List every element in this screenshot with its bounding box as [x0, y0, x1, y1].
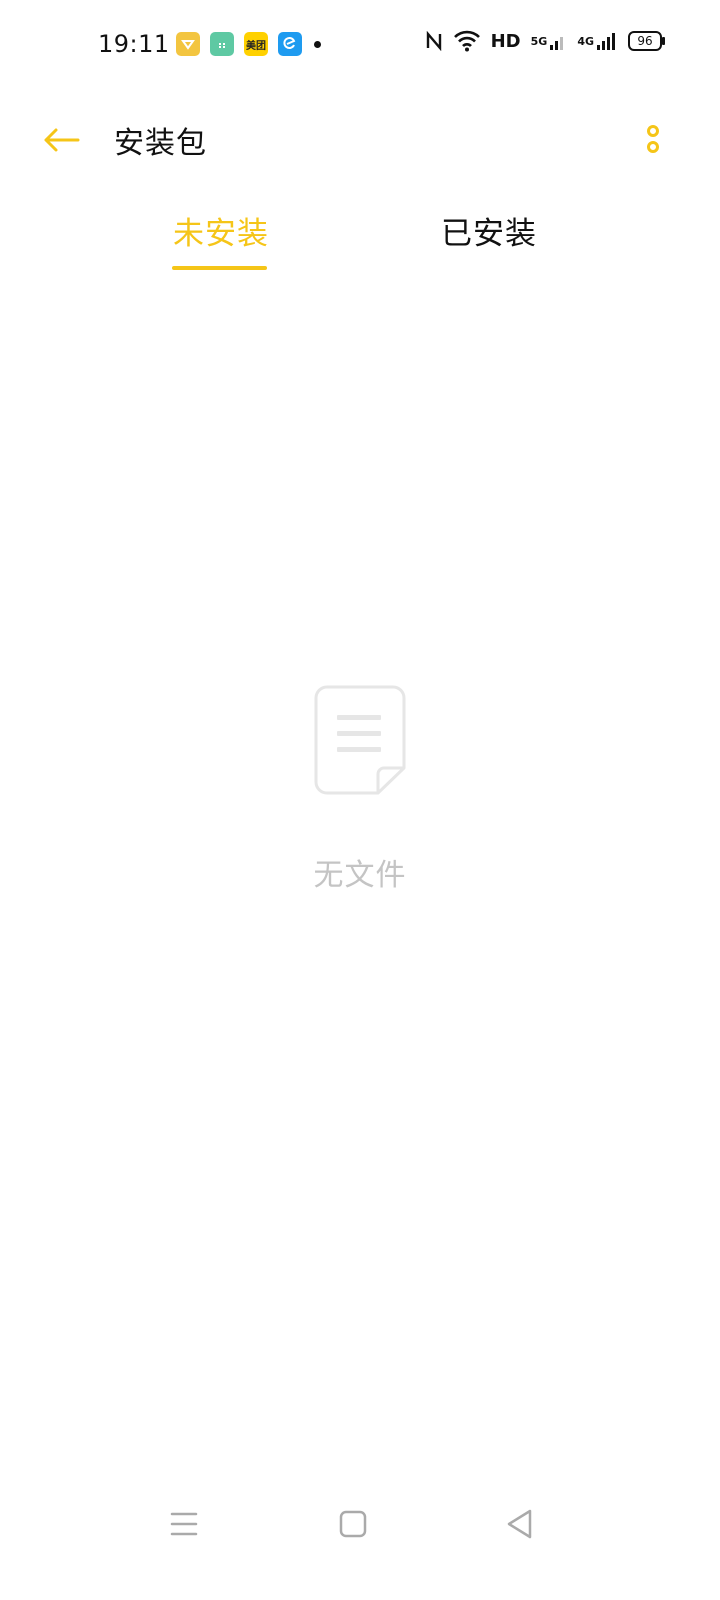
tab-indicator: [172, 266, 267, 270]
back-button[interactable]: [40, 118, 84, 162]
battery-icon: 96: [628, 31, 665, 51]
signal-4g-icon: 4G: [577, 31, 618, 51]
app-notification-icon: [210, 32, 234, 56]
recent-apps-button[interactable]: [164, 1504, 204, 1544]
net-5g-label: 5G: [530, 34, 548, 48]
eleme-icon: [278, 32, 302, 56]
system-icons: HD 5G 4G 96: [415, 30, 665, 52]
more-notifications-dot: [314, 40, 321, 48]
wifi-icon: [453, 30, 481, 52]
empty-state: 无文件: [0, 684, 720, 894]
back-nav-button[interactable]: [500, 1504, 540, 1544]
empty-message: 无文件: [313, 858, 407, 893]
page: 19:11 美团 HD 5G 4G 96 安装包 未安装 已安装 无文件: [0, 0, 720, 1600]
hd-volte-icon: HD: [491, 31, 521, 52]
tab-not-installed[interactable]: 未安装: [173, 208, 269, 253]
status-bar: 19:11 美团 HD 5G 4G 96: [0, 0, 720, 88]
more-vertical-icon: [647, 125, 659, 153]
notification-icons: 美团: [176, 32, 321, 56]
more-options-button[interactable]: [638, 120, 668, 160]
page-title: 安装包: [114, 126, 207, 161]
arrow-left-icon: [44, 128, 80, 152]
triangle-back-icon: [507, 1509, 532, 1539]
tab-bar: 未安装 已安装: [0, 200, 720, 280]
system-navigation-bar: [0, 1490, 720, 1560]
app-header: 安装包: [0, 100, 720, 180]
nfc-icon: [425, 31, 443, 51]
status-time: 19:11: [98, 30, 170, 58]
empty-document-icon: [314, 685, 406, 795]
signal-5g-icon: 5G: [531, 31, 568, 51]
hd-label: HD: [490, 30, 521, 52]
battery-level: 96: [628, 31, 665, 51]
app-notification-icon: [176, 32, 200, 56]
net-4g-label: 4G: [577, 34, 594, 48]
home-button[interactable]: [333, 1504, 373, 1544]
tab-installed[interactable]: 已安装: [441, 208, 537, 253]
square-icon: [339, 1510, 367, 1538]
meituan-icon: 美团: [244, 32, 268, 56]
menu-lines-icon: [170, 1512, 198, 1536]
